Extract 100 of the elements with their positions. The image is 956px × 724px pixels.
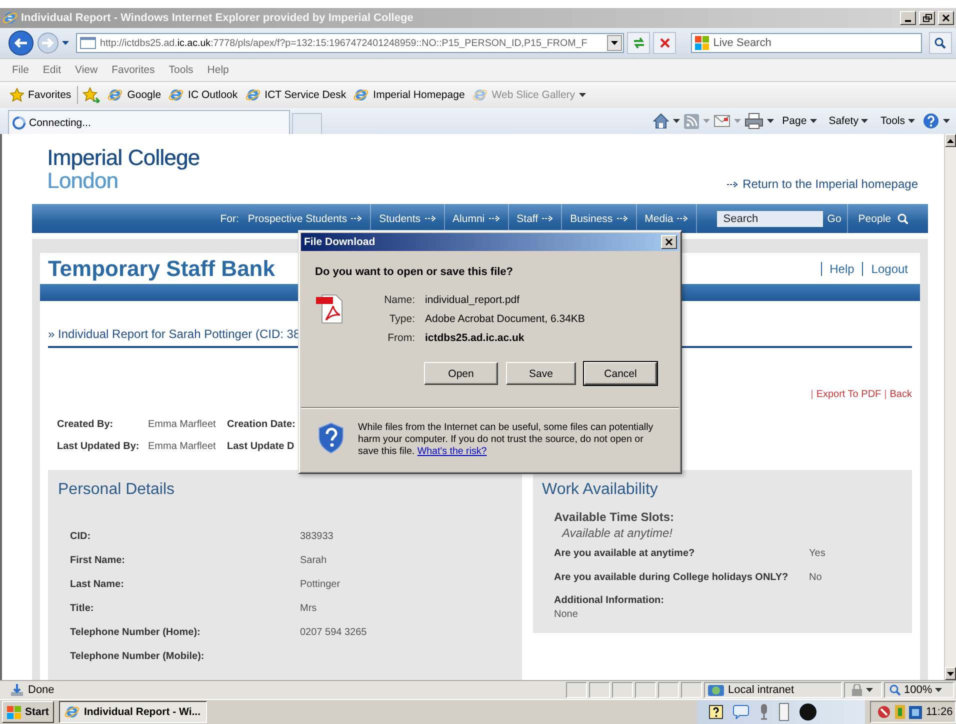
status-panel [612, 682, 633, 698]
search-logo-icon [695, 36, 710, 50]
print-icon[interactable] [745, 113, 764, 129]
college-logo[interactable]: Imperial College London [47, 146, 200, 192]
return-link[interactable]: Return to the Imperial homepage [726, 177, 918, 191]
field-label: Last Name: [70, 579, 125, 590]
search-input[interactable]: Search [723, 212, 824, 224]
close-button[interactable] [661, 235, 677, 249]
field-value: Available at anytime! [562, 526, 674, 540]
browser-tab[interactable]: Connecting... [8, 110, 290, 134]
restore-icon [922, 14, 932, 22]
minimize-button[interactable] [900, 11, 916, 25]
favorite-link[interactable]: IC Outlook [168, 87, 238, 103]
risk-link[interactable]: What's the risk? [417, 446, 487, 457]
field-label: Type: [388, 313, 415, 325]
disc-icon[interactable] [799, 703, 817, 721]
dropdown-button[interactable] [607, 35, 622, 51]
command-menu[interactable]: Page [778, 115, 821, 127]
caret-icon[interactable] [935, 688, 942, 692]
field-value: individual_report.pdf [425, 294, 521, 306]
pdf-file-icon [315, 294, 343, 324]
favorite-link[interactable]: Google [107, 87, 162, 103]
field-value: Emma Marfleet [148, 419, 216, 430]
arrow-icon [542, 215, 554, 222]
search-icon[interactable] [897, 213, 908, 224]
caret-icon[interactable] [866, 688, 873, 692]
header-link[interactable]: Logout [862, 262, 916, 276]
field-value: Adobe Acrobat Document, 6.34KB [425, 313, 586, 325]
separator: | [810, 389, 814, 400]
dialog-button[interactable]: Open [424, 362, 498, 385]
favorites-button[interactable]: Favorites [10, 86, 78, 104]
separator: | [884, 389, 887, 400]
field-value: Emma Marfleet [148, 441, 216, 452]
search-icon[interactable] [934, 37, 946, 49]
caret-icon[interactable] [62, 41, 69, 45]
command-menu[interactable]: Tools [876, 115, 919, 127]
search-button[interactable] [928, 32, 952, 54]
stop-button[interactable] [653, 32, 676, 54]
dialog-title: File Download [304, 236, 376, 248]
zoom-button[interactable]: 100% [884, 682, 954, 698]
add-favorite-icon[interactable] [82, 87, 100, 103]
scrollbar[interactable] [944, 134, 956, 680]
start-button[interactable]: Start [2, 701, 54, 723]
field-label: Created By: [57, 419, 114, 430]
people-link[interactable]: People [848, 204, 928, 233]
home-icon[interactable] [653, 113, 670, 129]
refresh-icon [632, 37, 646, 49]
action-link[interactable]: Export To PDF [816, 389, 882, 400]
menu-item[interactable]: View [69, 64, 106, 76]
back-button[interactable] [8, 30, 34, 56]
browser-icon [353, 87, 370, 103]
field-label: Telephone Number (Home): [70, 627, 202, 638]
chat-icon[interactable] [733, 705, 749, 719]
microphone-icon[interactable] [759, 704, 769, 720]
down-arrow-icon[interactable] [947, 672, 954, 676]
field-label: Are you available during College holidays ONLY? [554, 572, 790, 582]
status-panel [681, 682, 702, 698]
action-link[interactable]: Back [890, 389, 912, 400]
favorite-link[interactable]: ICT Service Desk [244, 87, 346, 103]
go-button[interactable]: Go [827, 204, 848, 233]
caret-icon[interactable] [908, 119, 915, 123]
browser-icon [244, 87, 261, 103]
menu-item[interactable]: Edit [36, 64, 70, 76]
mail-icon[interactable] [714, 115, 730, 127]
field-label: Creation Date: [227, 419, 296, 430]
field-label: Last Updated By: [57, 441, 140, 452]
dialog-button[interactable]: Save [506, 362, 576, 385]
protected-mode-button[interactable] [844, 682, 882, 698]
caret-icon[interactable] [943, 119, 950, 123]
browser-icon [168, 87, 184, 103]
header-link[interactable]: Help [820, 262, 862, 276]
search-field[interactable]: Live Search [691, 33, 922, 53]
star-icon [10, 88, 24, 102]
browser-icon [472, 87, 488, 103]
caret-icon[interactable] [810, 119, 817, 123]
help-icon[interactable] [709, 705, 723, 719]
menu-item[interactable]: Favorites [106, 64, 163, 76]
caret-icon[interactable] [611, 41, 618, 45]
dialog-button[interactable]: Cancel [584, 362, 657, 385]
restore-button[interactable] [919, 11, 935, 25]
favorite-link[interactable]: Imperial Homepage [353, 87, 465, 103]
menu-item[interactable]: Help [201, 64, 237, 76]
search-field[interactable]: Search [717, 210, 824, 226]
zoom-icon[interactable] [889, 684, 901, 696]
stop-icon [660, 38, 670, 48]
command-menu[interactable]: Safety [824, 115, 872, 127]
menu-item[interactable]: File [6, 64, 37, 76]
field-label: Additional Information: [554, 594, 665, 606]
close-button[interactable] [938, 11, 954, 25]
caret-icon[interactable] [673, 119, 680, 123]
caret-icon[interactable] [767, 119, 774, 123]
taskbar-button[interactable]: Individual Report - Wi... [58, 701, 207, 723]
refresh-button[interactable] [627, 32, 650, 54]
menu-item[interactable]: Tools [162, 64, 202, 76]
up-arrow-icon[interactable] [947, 138, 954, 142]
field-value: No [809, 572, 823, 582]
status-text: Done [28, 684, 54, 696]
search-input[interactable]: Live Search [713, 37, 921, 49]
address-field[interactable]: http://ictdbs25.ad.ic.ac.uk:7778/pls/apex/f?p=132:15:1967472401248959::NO::P15_PERSON_ID,P15_FROM_F [76, 33, 624, 53]
caret-icon[interactable] [861, 119, 868, 123]
